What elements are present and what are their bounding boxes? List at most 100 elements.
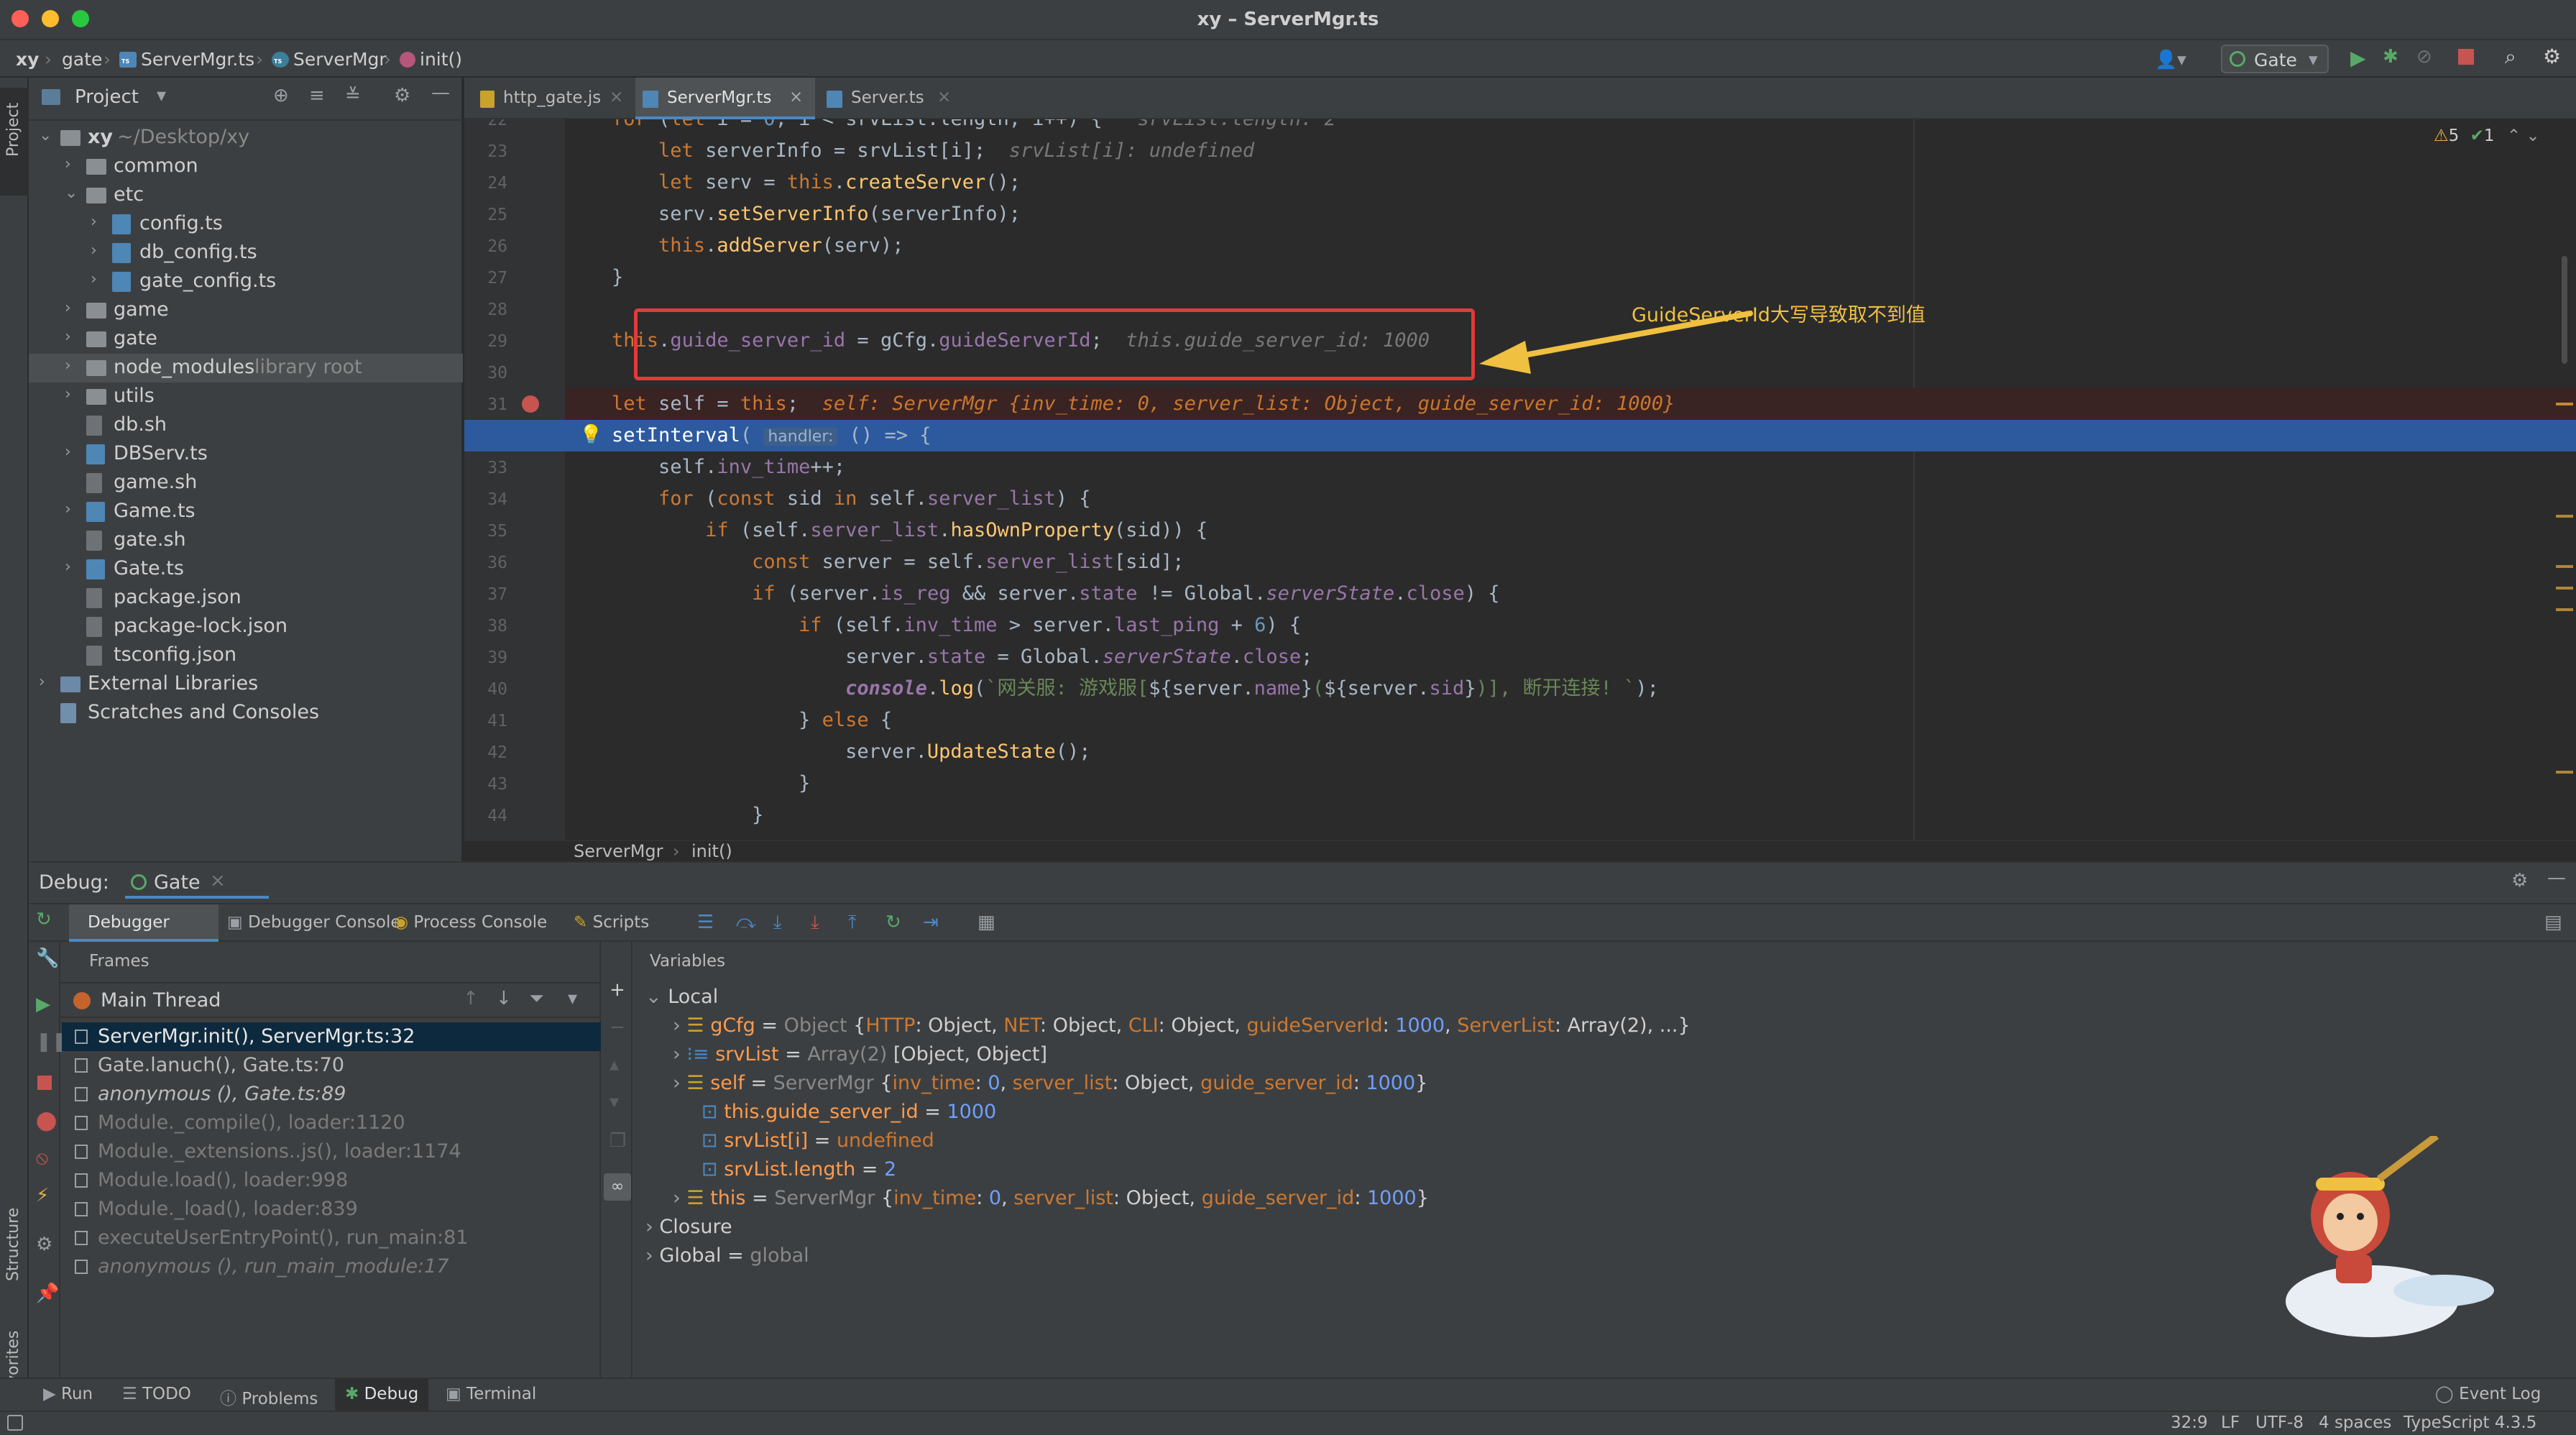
chevron-right-icon[interactable]: › — [65, 155, 71, 173]
code-line[interactable]: } else { — [565, 705, 2576, 736]
chevron-down-icon[interactable]: ⌄ — [39, 127, 52, 145]
watch-srvlist-i[interactable]: ⊡ srvList[i] = undefined — [702, 1127, 934, 1156]
language-service[interactable]: TypeScript 4.3.5 — [2404, 1413, 2536, 1432]
evaluate-expression-icon[interactable]: ▦ — [978, 912, 995, 933]
debug-icon[interactable]: ✱ — [2383, 46, 2398, 68]
code-line[interactable]: let self = this; self: ServerMgr {inv_ti… — [565, 388, 2576, 420]
force-step-into-icon[interactable]: ⤓ — [811, 912, 819, 934]
tab-debugger-console[interactable]: ▣ Debugger Console — [227, 913, 401, 932]
chevron-right-icon[interactable]: › — [65, 357, 71, 375]
code-line[interactable]: let serverInfo = srvList[i]; srvList[i]:… — [565, 135, 2576, 167]
variables-scope-global[interactable]: › Global = global — [645, 1242, 809, 1271]
chevron-right-icon[interactable]: › — [65, 328, 71, 346]
chevron-right-icon[interactable]: › — [65, 385, 71, 403]
tree-item[interactable]: › Game.ts — [29, 498, 463, 526]
code-line[interactable]: } — [565, 262, 2576, 293]
code-line[interactable]: for (let i = 0; i < srvList.length; i++)… — [565, 119, 2576, 135]
breadcrumb-method[interactable]: init() — [400, 49, 462, 70]
remove-watch-icon[interactable]: − — [610, 1017, 625, 1038]
breakpoint-icon[interactable] — [522, 395, 539, 413]
search-icon[interactable]: ⌕ — [2505, 45, 2516, 69]
settings-gear-icon[interactable]: ⚙ — [2543, 45, 2561, 68]
tree-item[interactable]: gate.sh — [29, 526, 463, 555]
tree-item[interactable]: package.json — [29, 584, 463, 613]
show-execution-point-icon[interactable]: ☰ — [697, 912, 714, 933]
run-tool-button[interactable]: ▶ Run — [43, 1385, 93, 1403]
add-watch-icon[interactable]: + — [610, 979, 625, 1001]
restart-frame-icon[interactable]: ↻ — [886, 912, 901, 933]
line-number[interactable]: 26 — [464, 237, 507, 256]
close-tab-icon[interactable]: × — [937, 88, 951, 106]
code-line[interactable]: if (self.inv_time > server.last_ping + 6… — [565, 610, 2576, 641]
code-line[interactable]: console.log(`网关服: 游戏服[${server.name}(${s… — [565, 673, 2576, 705]
tree-item[interactable]: tsconfig.json — [29, 641, 463, 670]
filter-icon[interactable]: ⏷ — [529, 988, 544, 1010]
tree-item[interactable]: › node_modules library root — [29, 354, 463, 382]
close-tab-icon[interactable]: × — [789, 88, 803, 106]
code-line[interactable]: server.UpdateState(); — [565, 736, 2576, 768]
editor-scrollbar[interactable] — [2562, 256, 2567, 364]
event-log-button[interactable]: ◯ Event Log — [2435, 1385, 2541, 1403]
settings-gear-icon[interactable]: ⚙ — [36, 1234, 52, 1255]
breadcrumb-project[interactable]: xy — [16, 49, 39, 70]
chevron-down-icon[interactable]: ⌄ — [65, 184, 78, 202]
collapse-all-icon[interactable]: ≚ — [345, 85, 361, 106]
line-number[interactable]: 23 — [464, 142, 507, 161]
stack-frame[interactable]: anonymous (), Gate.ts:89 — [62, 1080, 601, 1109]
chevron-right-icon[interactable]: › — [91, 213, 97, 231]
move-up-icon[interactable]: ▴ — [610, 1054, 619, 1076]
stack-frame[interactable]: executeUserEntryPoint(), run_main:81 — [62, 1224, 601, 1252]
line-number[interactable]: 37 — [464, 585, 507, 604]
tree-item[interactable]: ⌄ etc — [29, 181, 463, 210]
file-encoding[interactable]: UTF-8 — [2255, 1413, 2304, 1432]
move-down-icon[interactable]: ▾ — [610, 1091, 619, 1113]
chevron-right-icon[interactable]: › — [65, 443, 71, 461]
coverage-icon[interactable]: ⊘ — [2416, 46, 2432, 68]
stack-frame[interactable]: Module._extensions..js(), loader:1174 — [62, 1137, 601, 1166]
code-line[interactable]: server.state = Global.serverState.close; — [565, 641, 2576, 673]
view-breakpoints-icon[interactable]: ⬤ — [36, 1110, 57, 1132]
intention-bulb-icon[interactable]: 💡 — [579, 424, 602, 446]
layout-settings-icon[interactable]: ▤ — [2544, 912, 2562, 933]
line-number[interactable]: 44 — [464, 807, 507, 825]
chevron-right-icon[interactable]: › — [39, 673, 45, 691]
step-into-icon[interactable]: ⤓ — [773, 912, 782, 934]
tree-item[interactable]: › utils — [29, 382, 463, 411]
tree-item[interactable]: package-lock.json — [29, 613, 463, 641]
exception-breakpoint-icon[interactable]: ⚡ — [36, 1185, 49, 1206]
tree-item[interactable]: › gate_config.ts — [29, 267, 463, 296]
project-tool-tab[interactable]: Project — [0, 88, 29, 196]
chevron-right-icon[interactable]: › — [65, 558, 71, 576]
expand-all-icon[interactable]: ≡ — [309, 85, 325, 106]
line-number[interactable]: 41 — [464, 712, 507, 730]
editor-breadcrumb-method[interactable]: init() — [691, 841, 732, 861]
user-icon[interactable]: 👤▾ — [2155, 49, 2186, 70]
locate-file-icon[interactable]: ⊕ — [273, 85, 289, 106]
stack-frame[interactable]: Module.load(), loader:998 — [62, 1166, 601, 1195]
tree-item[interactable]: › Gate.ts — [29, 555, 463, 584]
editor-gutter[interactable]: 2223242526272829303132333435363738394041… — [464, 119, 565, 840]
chevron-right-icon[interactable]: › — [91, 270, 97, 288]
run-icon[interactable]: ▶ — [2350, 46, 2366, 70]
settings-gear-icon[interactable]: ⚙ — [2511, 870, 2528, 891]
chevron-down-icon[interactable]: ▾ — [568, 988, 577, 1009]
code-line[interactable]: } — [565, 799, 2576, 831]
stack-frame[interactable]: Module._load(), loader:839 — [62, 1195, 601, 1224]
todo-tool-button[interactable]: ☰ TODO — [122, 1385, 191, 1403]
tree-item[interactable]: › config.ts — [29, 210, 463, 239]
next-frame-icon[interactable]: ↓ — [496, 988, 512, 1009]
tab-process-console[interactable]: ◉ Process Console — [394, 913, 547, 932]
line-number[interactable]: 30 — [464, 364, 507, 382]
tab-server[interactable]: Server.ts × — [819, 78, 963, 119]
thread-selector[interactable]: Main Thread ↑ ↓ ⏷ ▾ — [60, 982, 599, 1018]
variables-scope-local[interactable]: ⌄ Local — [645, 984, 718, 1012]
stack-frame[interactable]: anonymous (), run_main_module:17 — [62, 1252, 601, 1281]
stop-icon[interactable] — [2458, 49, 2474, 65]
code-editor[interactable]: 2223242526272829303132333435363738394041… — [464, 119, 2576, 840]
code-line[interactable]: self.inv_time++; — [565, 451, 2576, 483]
line-number[interactable]: 27 — [464, 269, 507, 288]
debug-tool-button[interactable]: ✱ Debug — [335, 1379, 428, 1411]
debug-session-tab[interactable]: Gate × — [125, 866, 269, 899]
modify-config-icon[interactable]: 🔧 — [36, 948, 59, 969]
tree-item[interactable]: db.sh — [29, 411, 463, 440]
